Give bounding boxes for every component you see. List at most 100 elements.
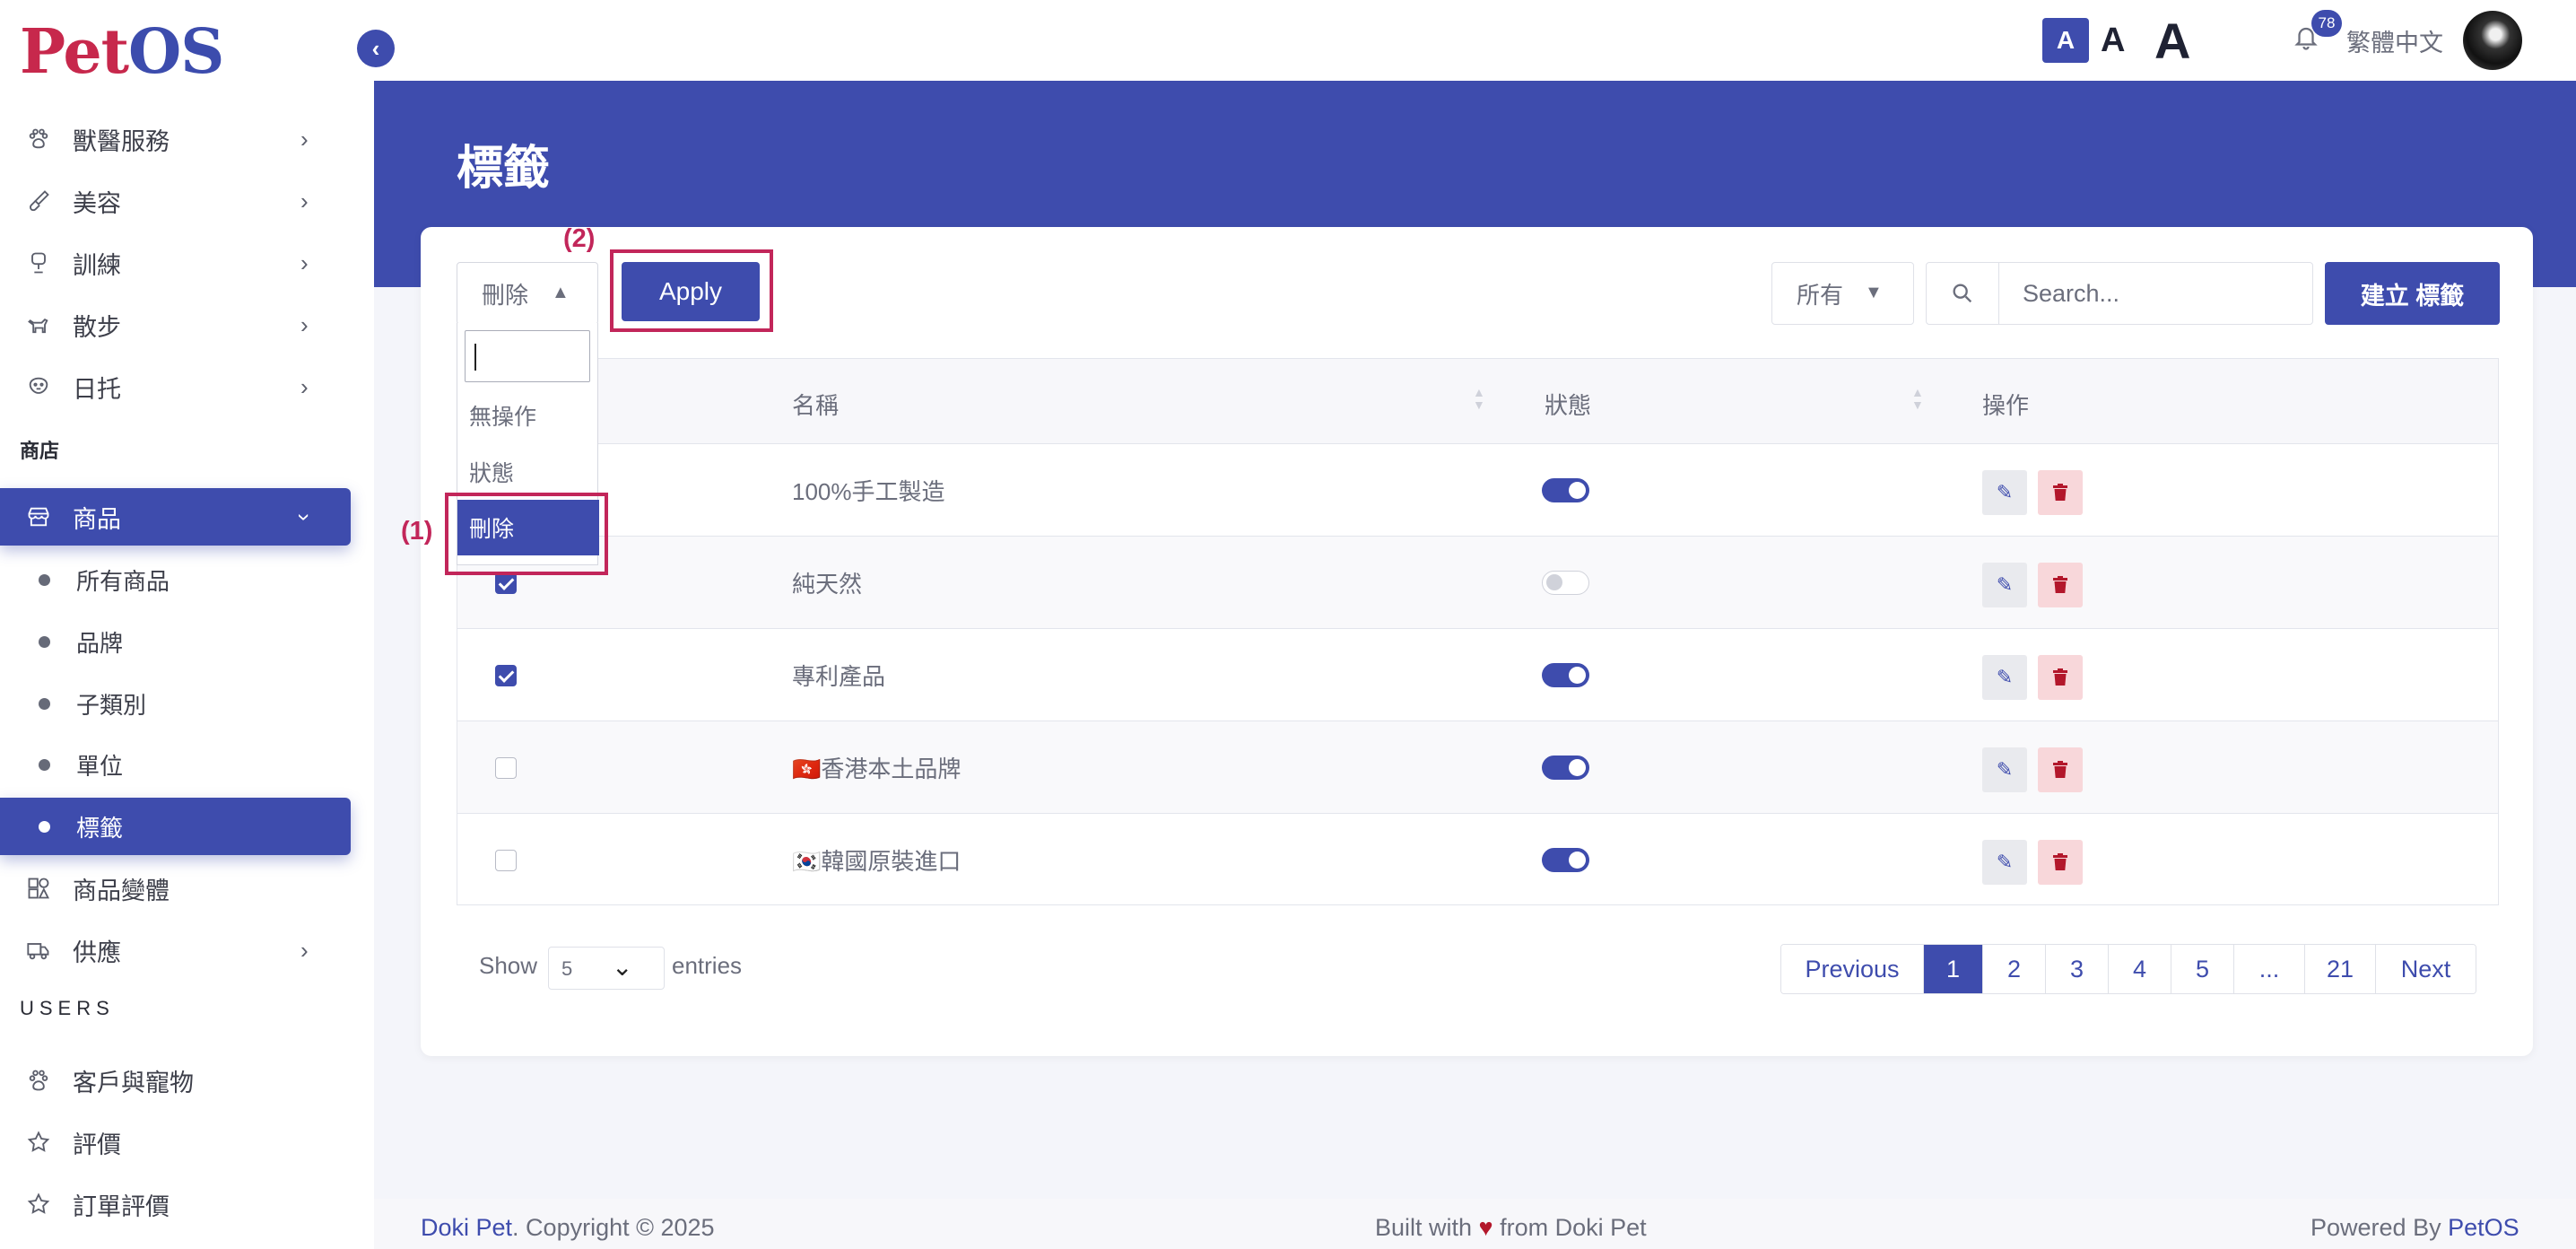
- column-header-actions: 操作: [1982, 392, 2030, 419]
- tag-name: 100%手工製造: [792, 478, 945, 505]
- sidebar: PetOS 獸醫服務 › 美容 › 訓練 › 散步 › 日托 › 商店 商品 ›…: [0, 0, 374, 1249]
- chevron-down-icon: ›: [291, 512, 318, 521]
- entries-value: 5: [561, 957, 573, 980]
- sort-icon[interactable]: ▲ ▼: [1473, 386, 1485, 416]
- entries-per-page-select[interactable]: 5 ⌄: [548, 947, 665, 990]
- sidebar-item-variants[interactable]: 商品變體: [0, 860, 374, 917]
- sidebar-item-label: 供應: [73, 939, 121, 966]
- trash-icon: [2053, 853, 2067, 870]
- logo-p: P: [20, 16, 64, 88]
- row-checkbox[interactable]: [495, 850, 517, 871]
- sidebar-subitem-subcategories[interactable]: 子類別: [0, 675, 374, 732]
- create-tag-button[interactable]: 建立 標籤: [2325, 262, 2500, 325]
- trash-icon: [2053, 576, 2067, 593]
- status-filter-select[interactable]: 所有 ▼: [1771, 262, 1914, 325]
- paw-medical-icon: [25, 126, 52, 153]
- tag-name: 🇭🇰香港本土品牌: [792, 756, 962, 782]
- status-toggle[interactable]: [1542, 848, 1589, 872]
- sidebar-item-label: 評價: [73, 1131, 121, 1158]
- sidebar-item-daycare[interactable]: 日托 ›: [0, 358, 374, 415]
- row-checkbox[interactable]: [495, 665, 517, 686]
- pagination-page[interactable]: 4: [2109, 945, 2171, 993]
- sidebar-item-supply[interactable]: 供應 ›: [0, 921, 374, 979]
- edit-button[interactable]: ✎: [1982, 563, 2027, 607]
- sidebar-item-reviews[interactable]: 評價: [0, 1114, 374, 1171]
- bullet-icon: [39, 820, 50, 833]
- pagination-page[interactable]: 1: [1924, 945, 1983, 993]
- footer-brand-link[interactable]: Doki Pet: [421, 1214, 512, 1241]
- pagination-page[interactable]: 2: [1983, 945, 2046, 993]
- bulk-action-value: 刪除: [482, 281, 529, 309]
- chevron-right-icon: ›: [300, 187, 309, 214]
- sidebar-item-grooming[interactable]: 美容 ›: [0, 172, 374, 230]
- sidebar-item-order-reviews[interactable]: 訂單評價: [0, 1175, 374, 1233]
- avatar[interactable]: [2463, 11, 2522, 70]
- sidebar-subitem-tags[interactable]: 標籤: [0, 798, 351, 855]
- petos-logo[interactable]: PetOS: [20, 16, 224, 88]
- sidebar-collapse-button[interactable]: ‹: [357, 30, 395, 67]
- column-header-name[interactable]: 名稱: [792, 388, 839, 421]
- sidebar-item-vet[interactable]: 獸醫服務 ›: [0, 110, 374, 168]
- table-row: 純天然 ✎: [457, 537, 2498, 629]
- status-toggle[interactable]: [1542, 478, 1589, 502]
- delete-button[interactable]: [2038, 655, 2083, 700]
- sidebar-item-products[interactable]: 商品 ›: [0, 488, 351, 546]
- star-icon: [25, 1129, 52, 1156]
- sidebar-subitem-label: 單位: [76, 752, 124, 780]
- delete-button[interactable]: [2038, 840, 2083, 885]
- edit-button[interactable]: ✎: [1982, 840, 2027, 885]
- font-size-large-button[interactable]: A: [2154, 11, 2190, 70]
- apply-button[interactable]: Apply: [622, 262, 760, 321]
- search-field[interactable]: Search...: [1926, 262, 2313, 325]
- footer-built-text: Built with: [1375, 1214, 1479, 1241]
- delete-button[interactable]: [2038, 470, 2083, 515]
- top-header: [374, 0, 2576, 81]
- sidebar-item-label: 客戶與寵物: [73, 1069, 194, 1096]
- sidebar-item-training[interactable]: 訓練 ›: [0, 234, 374, 292]
- dropdown-option-no-action[interactable]: 無操作: [469, 399, 536, 432]
- row-checkbox[interactable]: [495, 757, 517, 779]
- annotation-highlight-delete: [445, 493, 608, 575]
- sidebar-subitem-label: 所有商品: [76, 567, 170, 595]
- edit-button[interactable]: ✎: [1982, 655, 2027, 700]
- tag-name: 🇰🇷韓國原裝進口: [792, 848, 962, 875]
- sidebar-subitem-units[interactable]: 單位: [0, 736, 374, 793]
- pagination-page[interactable]: 21: [2305, 945, 2376, 993]
- row-checkbox[interactable]: [495, 572, 517, 594]
- sidebar-item-label: 訓練: [73, 251, 121, 279]
- font-size-small-button[interactable]: A: [2042, 18, 2089, 63]
- dog-walk-icon: [25, 311, 52, 338]
- edit-button[interactable]: ✎: [1982, 470, 2027, 515]
- footer-built-with: Built with ♥ from Doki Pet: [1375, 1214, 1647, 1242]
- pagination-page[interactable]: 5: [2171, 945, 2234, 993]
- entries-label: entries: [672, 952, 743, 979]
- status-toggle[interactable]: [1542, 756, 1589, 780]
- pagination-page[interactable]: 3: [2046, 945, 2109, 993]
- delete-button[interactable]: [2038, 563, 2083, 607]
- sidebar-item-label: 獸醫服務: [73, 127, 170, 155]
- footer-copyright: Doki Pet. Copyright © 2025: [421, 1214, 715, 1242]
- footer-powered-by: Powered By PetOS: [2311, 1214, 2519, 1242]
- status-toggle[interactable]: [1542, 663, 1589, 687]
- column-header-status[interactable]: 狀態: [1545, 388, 1591, 421]
- sidebar-subitem-all-products[interactable]: 所有商品: [0, 551, 374, 608]
- sidebar-item-customers[interactable]: 客戶與寵物: [0, 1052, 374, 1109]
- language-selector[interactable]: 繁體中文: [2346, 23, 2443, 58]
- font-size-medium-button[interactable]: A: [2101, 18, 2125, 63]
- edit-button[interactable]: ✎: [1982, 747, 2027, 792]
- sidebar-item-walking[interactable]: 散步 ›: [0, 296, 374, 354]
- pagination-previous[interactable]: Previous: [1781, 945, 1924, 993]
- delete-button[interactable]: [2038, 747, 2083, 792]
- sidebar-subitem-label: 品牌: [76, 629, 124, 657]
- pagination-next[interactable]: Next: [2376, 945, 2476, 993]
- search-input[interactable]: Search...: [2023, 280, 2119, 308]
- pencil-icon: ✎: [1996, 666, 2014, 688]
- sort-icon[interactable]: ▲ ▼: [1911, 386, 1924, 416]
- dropdown-option-status[interactable]: 狀態: [469, 456, 514, 488]
- bulk-action-select[interactable]: 刪除 ▲: [457, 262, 598, 325]
- status-toggle[interactable]: [1542, 571, 1589, 595]
- dropdown-search-input[interactable]: [465, 330, 590, 382]
- sidebar-item-label: 商品變體: [73, 877, 170, 904]
- footer-petos-link[interactable]: PetOS: [2448, 1214, 2519, 1241]
- sidebar-subitem-brands[interactable]: 品牌: [0, 613, 374, 670]
